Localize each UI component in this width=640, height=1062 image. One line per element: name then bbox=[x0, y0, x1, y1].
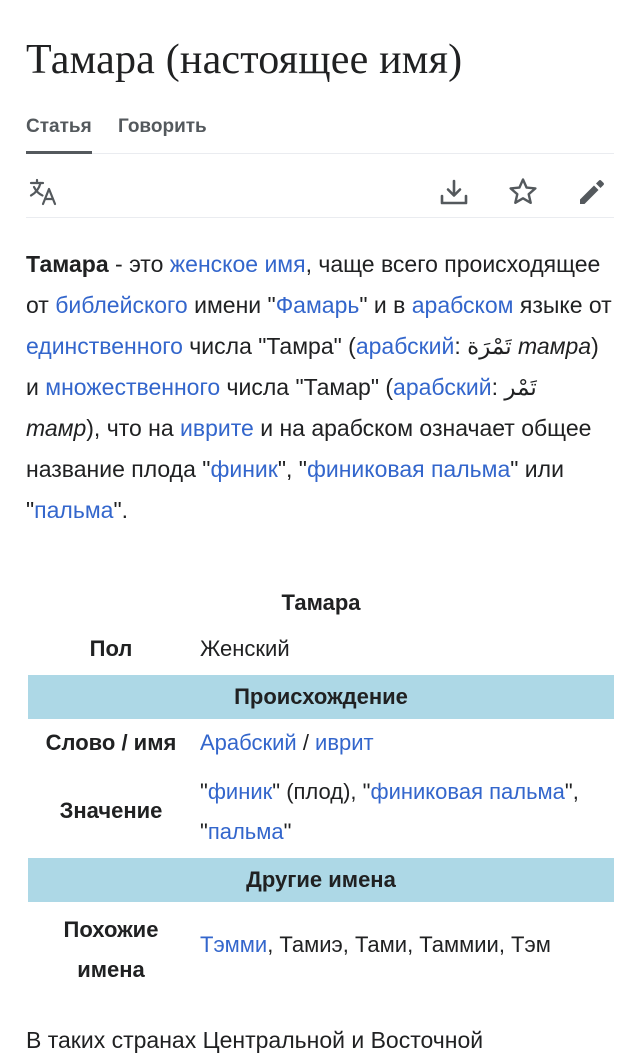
value-text: " bbox=[200, 779, 208, 804]
infobox-row-word: Слово / имя Арабский / иврит bbox=[28, 728, 614, 762]
link-arabic-language[interactable]: арабском bbox=[412, 292, 514, 318]
link-female-name[interactable]: женское имя bbox=[170, 251, 306, 277]
link-date-fruit[interactable]: финик bbox=[210, 456, 277, 482]
infobox-value: Женский bbox=[200, 636, 290, 661]
intro-text: языке от bbox=[513, 292, 612, 318]
intro-text: " и в bbox=[359, 292, 412, 318]
infobox-label: Похожие имена bbox=[28, 910, 194, 990]
link-plural[interactable]: множественного bbox=[45, 374, 220, 400]
value-text: , Тамиэ, Тами, Таммии, Тэм bbox=[267, 932, 551, 957]
intro-text: имени " bbox=[187, 292, 276, 318]
link-famar[interactable]: Фамарь bbox=[276, 292, 360, 318]
arabic-word-tamr: تَمْر bbox=[504, 374, 537, 400]
intro-text: числа "Тамра" ( bbox=[182, 333, 356, 359]
bold-term: Тамара bbox=[26, 251, 109, 277]
link-palm[interactable]: пальма bbox=[208, 819, 284, 844]
value-text: " (плод), " bbox=[272, 779, 371, 804]
infobox-row-similar: Похожие имена Тэмми, Тамиэ, Тами, Таммии,… bbox=[28, 908, 614, 988]
page-actions-toolbar bbox=[26, 168, 614, 218]
edit-pencil-icon[interactable] bbox=[574, 174, 610, 210]
link-hebrew[interactable]: иврит bbox=[315, 730, 374, 755]
intro-text: - это bbox=[108, 251, 170, 277]
tab-article[interactable]: Статья bbox=[26, 116, 92, 154]
link-date-fruit[interactable]: финик bbox=[208, 779, 272, 804]
infobox-label: Слово / имя bbox=[45, 730, 177, 755]
infobox-value: "финик" (плод), "финиковая пальма", "пал… bbox=[200, 772, 614, 852]
page-title: Тамара (настоящее имя) bbox=[26, 37, 463, 83]
infobox-row-meaning: Значение "финик" (плод), "финиковая паль… bbox=[28, 772, 614, 852]
arabic-word-tamra: تَمْرَة bbox=[467, 333, 512, 359]
label-line: Похожие bbox=[63, 917, 159, 942]
transliteration-tamr: тамр bbox=[26, 415, 87, 441]
infobox-section-other-names: Другие имена bbox=[28, 858, 614, 902]
separator: / bbox=[296, 730, 316, 755]
intro-text: ), что на bbox=[86, 415, 181, 441]
link-arabic[interactable]: арабский bbox=[356, 333, 455, 359]
link-biblical[interactable]: библейского bbox=[55, 292, 188, 318]
intro-paragraph: Тамара - это женское имя, чаще всего про… bbox=[26, 244, 616, 531]
translate-icon[interactable] bbox=[26, 174, 62, 210]
infobox-caption: Тамара bbox=[281, 590, 361, 615]
link-date-palm[interactable]: финиковая пальма bbox=[307, 456, 510, 482]
infobox-row-gender: Пол Женский bbox=[28, 634, 614, 668]
intro-text: : bbox=[454, 333, 468, 359]
infobox-label: Пол bbox=[89, 636, 133, 661]
link-singular[interactable]: единственного bbox=[26, 333, 183, 359]
infobox-label: Значение bbox=[59, 798, 163, 823]
label-line: имена bbox=[77, 957, 145, 982]
intro-text: ". bbox=[113, 497, 128, 523]
tab-talk[interactable]: Говорить bbox=[118, 116, 207, 154]
article-page: Тамара (настоящее имя) Статья Говорить Т… bbox=[0, 0, 640, 1062]
download-icon[interactable] bbox=[436, 174, 472, 210]
link-temmi[interactable]: Тэмми bbox=[200, 932, 267, 957]
value-text: " bbox=[283, 819, 292, 844]
intro-text: : bbox=[491, 374, 505, 400]
link-palm[interactable]: пальма bbox=[34, 497, 113, 523]
link-date-palm[interactable]: финиковая пальма bbox=[370, 779, 564, 804]
intro-text: ", " bbox=[277, 456, 307, 482]
link-arabic[interactable]: Арабский bbox=[200, 730, 297, 755]
star-icon[interactable] bbox=[505, 174, 541, 210]
intro-text: числа "Тамар" ( bbox=[220, 374, 394, 400]
infobox-section-origin: Происхождение bbox=[28, 675, 614, 719]
transliteration-tamra: тамра bbox=[518, 333, 592, 359]
link-hebrew[interactable]: иврите bbox=[180, 415, 254, 441]
article-tabs: Статья Говорить bbox=[26, 112, 614, 154]
infobox-value: Арабский / иврит bbox=[200, 730, 614, 756]
infobox-value: Тэмми, Тамиэ, Тами, Таммии, Тэм bbox=[200, 932, 614, 958]
link-arabic[interactable]: арабский bbox=[393, 374, 492, 400]
next-paragraph: В таких странах Центральной и Восточной bbox=[26, 1027, 484, 1053]
